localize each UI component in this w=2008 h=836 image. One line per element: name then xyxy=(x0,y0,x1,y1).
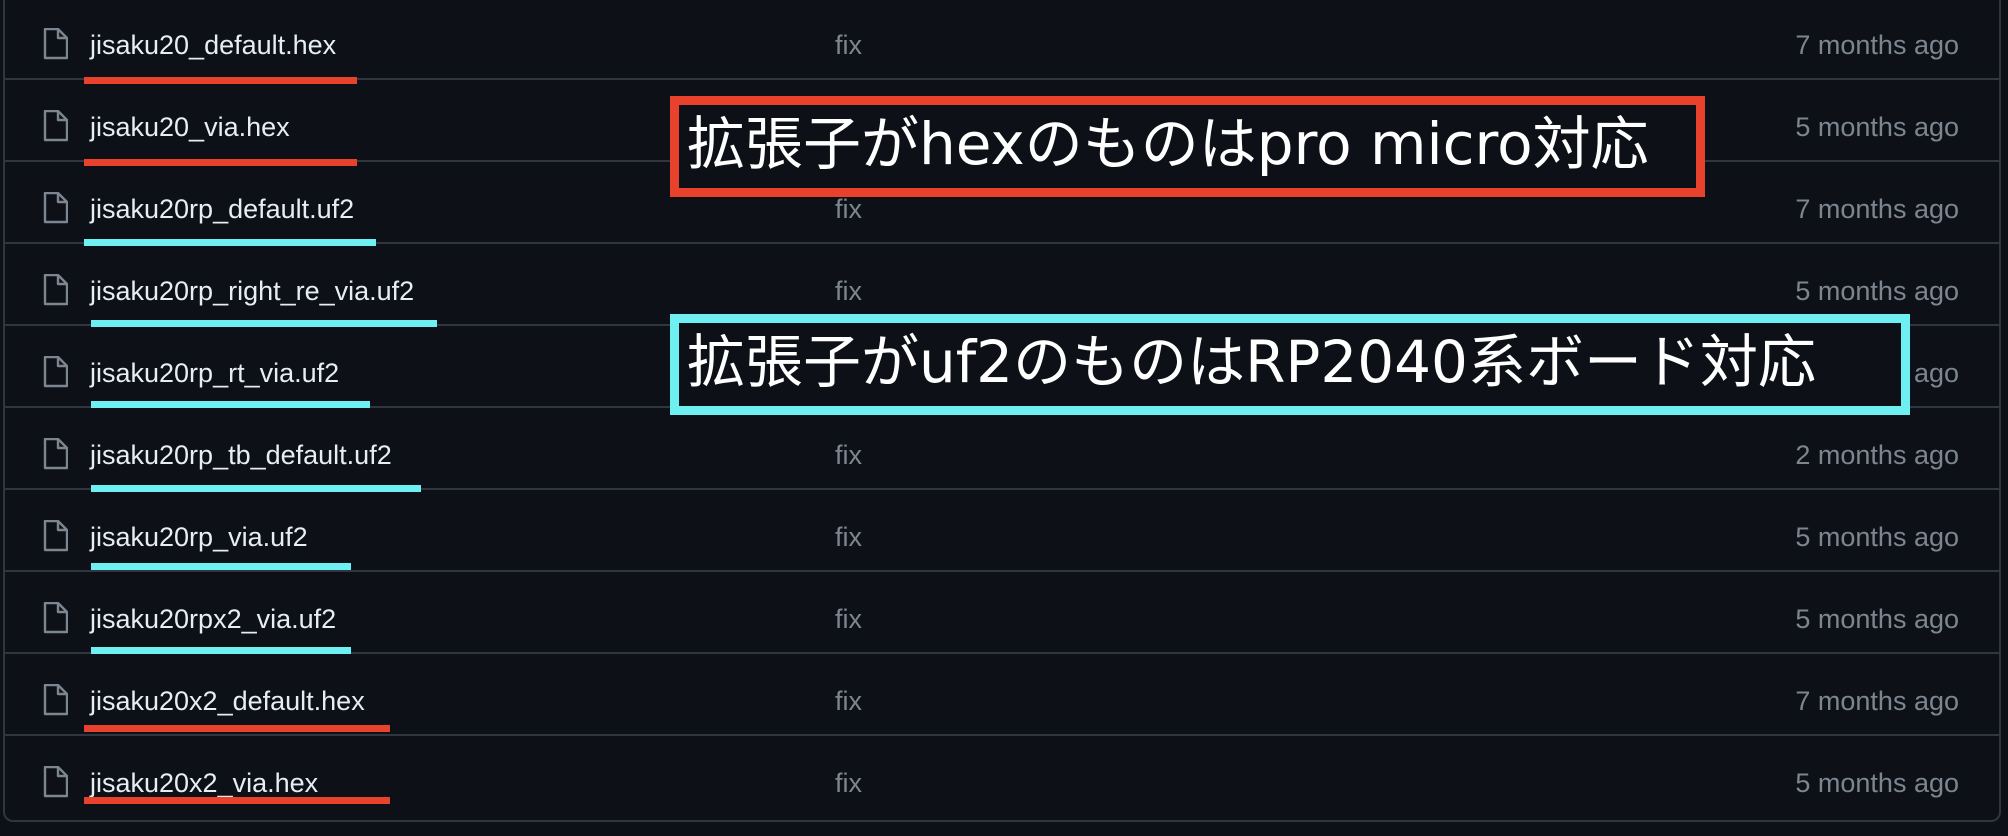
file-icon xyxy=(42,192,70,224)
file-icon xyxy=(42,356,70,388)
commit-time: 5 months ago xyxy=(1795,112,1959,142)
commit-message-link[interactable]: fix xyxy=(835,684,862,718)
file-icon xyxy=(42,110,70,142)
commit-time: 5 months ago xyxy=(1795,522,1959,552)
commit-message-link[interactable]: fix xyxy=(835,438,862,472)
file-icon xyxy=(42,438,70,470)
commit-message-link[interactable]: fix xyxy=(835,192,862,226)
file-icon xyxy=(42,520,70,552)
file-row[interactable]: jisaku20x2_default.hex fix 7 months ago xyxy=(5,654,1999,736)
uf2-underline xyxy=(91,485,421,492)
commit-time: 5 months ago xyxy=(1795,768,1959,798)
file-row[interactable]: jisaku20rpx2_via.uf2 fix 5 months ago xyxy=(5,572,1999,654)
commit-message-link[interactable]: fix xyxy=(835,602,862,636)
uf2-underline xyxy=(91,401,370,408)
file-name-link[interactable]: jisaku20_via.hex xyxy=(90,110,290,144)
file-icon xyxy=(42,684,70,716)
file-icon xyxy=(42,602,70,634)
commit-message-link[interactable]: fix xyxy=(835,520,862,554)
file-icon xyxy=(42,28,70,60)
commit-time: 7 months ago xyxy=(1795,686,1959,716)
hex-underline xyxy=(84,797,390,804)
commit-time: 5 months ago xyxy=(1795,604,1959,634)
file-name-link[interactable]: jisaku20rp_tb_default.uf2 xyxy=(90,438,392,472)
commit-message-link[interactable]: fix xyxy=(835,28,862,62)
file-row[interactable]: jisaku20_default.hex fix 7 months ago xyxy=(5,0,1999,80)
uf2-annotation-callout: 拡張子がuf2のものはRP2040系ボード対応 xyxy=(670,314,1910,415)
file-icon xyxy=(42,274,70,306)
uf2-underline xyxy=(91,563,351,570)
file-name-link[interactable]: jisaku20x2_via.hex xyxy=(90,766,318,800)
uf2-underline xyxy=(84,239,376,246)
hex-underline xyxy=(84,159,357,166)
commit-time: 5 months ago xyxy=(1795,276,1959,306)
commit-time: 2 months ago xyxy=(1795,440,1959,470)
file-name-link[interactable]: jisaku20rp_right_re_via.uf2 xyxy=(90,274,414,308)
uf2-underline xyxy=(91,320,437,327)
commit-message-link[interactable]: fix xyxy=(835,274,862,308)
commit-time: 7 months ago xyxy=(1795,194,1959,224)
file-name-link[interactable]: jisaku20x2_default.hex xyxy=(90,684,365,718)
hex-annotation-callout: 拡張子がhexのものはpro micro対応 xyxy=(670,96,1705,197)
commit-message-link[interactable]: fix xyxy=(835,766,862,800)
file-name-link[interactable]: jisaku20rpx2_via.uf2 xyxy=(90,602,336,636)
uf2-underline xyxy=(91,647,351,654)
hex-underline xyxy=(84,725,390,732)
file-icon xyxy=(42,766,70,798)
file-row[interactable]: jisaku20rp_tb_default.uf2 fix 2 months a… xyxy=(5,408,1999,490)
file-name-link[interactable]: jisaku20rp_via.uf2 xyxy=(90,520,308,554)
file-name-link[interactable]: jisaku20rp_rt_via.uf2 xyxy=(90,356,339,390)
file-name-link[interactable]: jisaku20_default.hex xyxy=(90,28,336,62)
file-name-link[interactable]: jisaku20rp_default.uf2 xyxy=(90,192,354,226)
hex-underline xyxy=(84,77,357,84)
commit-time: 7 months ago xyxy=(1795,30,1959,60)
file-row[interactable]: jisaku20rp_via.uf2 fix 5 months ago xyxy=(5,490,1999,572)
file-row[interactable]: jisaku20x2_via.hex fix 5 months ago xyxy=(5,736,1999,818)
